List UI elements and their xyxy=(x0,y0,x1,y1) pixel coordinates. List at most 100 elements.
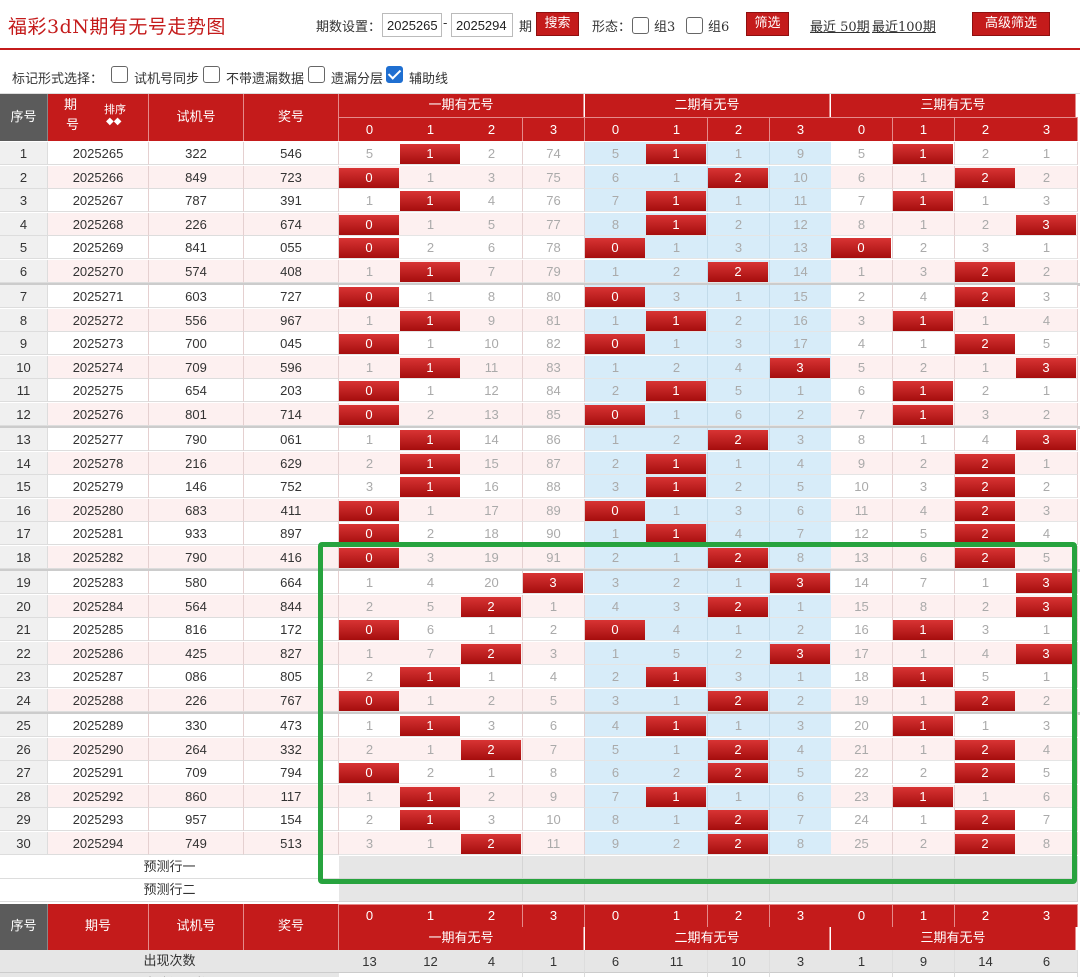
predict-cell[interactable] xyxy=(461,879,523,902)
hit-marker: 2 xyxy=(955,690,1015,711)
predict-cell[interactable] xyxy=(770,856,832,879)
miss-layer-checkbox[interactable] xyxy=(308,66,325,83)
miss-cell: 7 xyxy=(585,784,647,808)
miss-cell: 17 xyxy=(831,641,893,665)
hit-cell: 0 xyxy=(585,285,647,308)
predict-cell[interactable] xyxy=(708,879,770,902)
miss-cell: 1 xyxy=(400,831,462,855)
miss-cell: 7 xyxy=(831,402,893,426)
predict-cell[interactable] xyxy=(339,856,401,879)
miss-cell: 3 xyxy=(1016,498,1078,522)
row-prize-number: 154 xyxy=(244,808,339,831)
stat-value: 25 xyxy=(831,973,893,977)
miss-cell: 16 xyxy=(831,618,893,641)
predict-cell[interactable] xyxy=(770,879,832,902)
predict-cell[interactable] xyxy=(646,879,708,902)
predict-cell[interactable] xyxy=(461,856,523,879)
search-button[interactable]: 搜索 xyxy=(536,12,579,36)
recent-100-link[interactable]: 最近100期 xyxy=(872,16,936,35)
predict-cell[interactable] xyxy=(400,879,462,902)
miss-cell: 1 xyxy=(585,522,647,545)
miss-cell: 1 xyxy=(339,571,401,594)
digit-header-3-1: 1 xyxy=(893,117,955,141)
miss-cell: 2 xyxy=(770,688,832,712)
predict-cell[interactable] xyxy=(955,879,1017,902)
miss-cell: 2 xyxy=(893,831,955,855)
sort-label[interactable]: 排序 xyxy=(104,104,126,116)
hit-marker: 1 xyxy=(893,716,953,736)
hit-marker: 2 xyxy=(708,810,768,830)
hit-marker: 1 xyxy=(646,667,706,687)
hit-marker: 1 xyxy=(400,477,460,497)
miss-cell: 1 xyxy=(893,737,955,761)
miss-cell: 7 xyxy=(770,808,832,831)
footer-digit-header: 1 xyxy=(646,904,708,927)
predict-cell[interactable] xyxy=(523,879,585,902)
predict-cell[interactable] xyxy=(1016,856,1078,879)
miss-cell: 3 xyxy=(339,475,401,498)
predict-cell[interactable] xyxy=(585,856,647,879)
miss-cell: 10 xyxy=(770,165,832,189)
filter-button[interactable]: 筛选 xyxy=(746,12,789,36)
miss-cell: 10 xyxy=(523,808,585,831)
row-test-number: 816 xyxy=(149,618,244,641)
col-issue-header[interactable]: 期 号 排序 ◆◆ xyxy=(48,94,149,141)
hit-marker: 2 xyxy=(461,596,521,617)
row-prize-number: 664 xyxy=(244,571,339,594)
hit-marker: 2 xyxy=(955,524,1015,544)
hit-cell: 1 xyxy=(646,142,708,165)
miss-cell: 8 xyxy=(585,808,647,831)
row-prize-number: 794 xyxy=(244,761,339,784)
predict-cell[interactable] xyxy=(585,879,647,902)
row-prize-number: 332 xyxy=(244,737,339,761)
row-index: 20 xyxy=(0,594,48,618)
aux-line-checkbox[interactable] xyxy=(386,66,403,83)
hit-cell: 1 xyxy=(400,308,462,332)
group3-checkbox[interactable] xyxy=(632,17,649,34)
row-issue: 2025283 xyxy=(48,571,149,594)
recent-50-link[interactable]: 最近 50期 xyxy=(810,16,870,35)
trend-table: 序号 期 号 排序 ◆◆ 试机号 奖号 一期有无号 0 1 2 3 二期有无号 0 1 2 3 三期… xyxy=(0,94,1080,977)
predict-cell[interactable] xyxy=(831,856,893,879)
predict-cell[interactable] xyxy=(646,856,708,879)
miss-cell: 1 xyxy=(339,308,401,332)
hit-cell: 1 xyxy=(400,428,462,451)
hit-marker: 2 xyxy=(708,763,768,783)
hit-cell: 1 xyxy=(646,784,708,808)
predict-cell[interactable] xyxy=(339,879,401,902)
predict-cell[interactable] xyxy=(400,856,462,879)
row-issue: 2025277 xyxy=(48,428,149,451)
period-to-input[interactable] xyxy=(451,13,513,37)
miss-cell: 3 xyxy=(646,285,708,308)
row-prize-number: 203 xyxy=(244,379,339,402)
miss-cell: 89 xyxy=(523,498,585,522)
sync-test-checkbox[interactable] xyxy=(111,66,128,83)
hit-cell: 1 xyxy=(400,189,462,212)
hit-marker: 0 xyxy=(585,238,645,258)
predict-cell[interactable] xyxy=(523,856,585,879)
row-test-number: 801 xyxy=(149,402,244,426)
sort-arrows-icon[interactable]: ◆◆ xyxy=(106,116,121,128)
predict-cell[interactable] xyxy=(955,856,1017,879)
hit-cell: 2 xyxy=(461,594,523,618)
hit-cell: 0 xyxy=(585,498,647,522)
miss-cell: 4 xyxy=(523,665,585,688)
predict-cell[interactable] xyxy=(893,879,955,902)
no-miss-data-checkbox[interactable] xyxy=(203,66,220,83)
stat-value: 6 xyxy=(708,973,770,977)
advanced-filter-button[interactable]: 高级筛选 xyxy=(972,12,1050,36)
predict-row-label: 预测行二 xyxy=(0,879,339,902)
row-test-number: 849 xyxy=(149,165,244,189)
miss-cell: 1 xyxy=(708,451,770,475)
group6-checkbox[interactable] xyxy=(686,17,703,34)
predict-cell[interactable] xyxy=(1016,879,1078,902)
digit-header-2-0: 0 xyxy=(585,117,647,141)
hit-marker: 1 xyxy=(400,430,460,450)
period-from-input[interactable] xyxy=(382,13,442,37)
hit-marker: 1 xyxy=(646,214,706,235)
predict-cell[interactable] xyxy=(893,856,955,879)
miss-cell: 3 xyxy=(955,618,1017,641)
predict-cell[interactable] xyxy=(831,879,893,902)
miss-cell: 4 xyxy=(708,522,770,545)
predict-cell[interactable] xyxy=(708,856,770,879)
